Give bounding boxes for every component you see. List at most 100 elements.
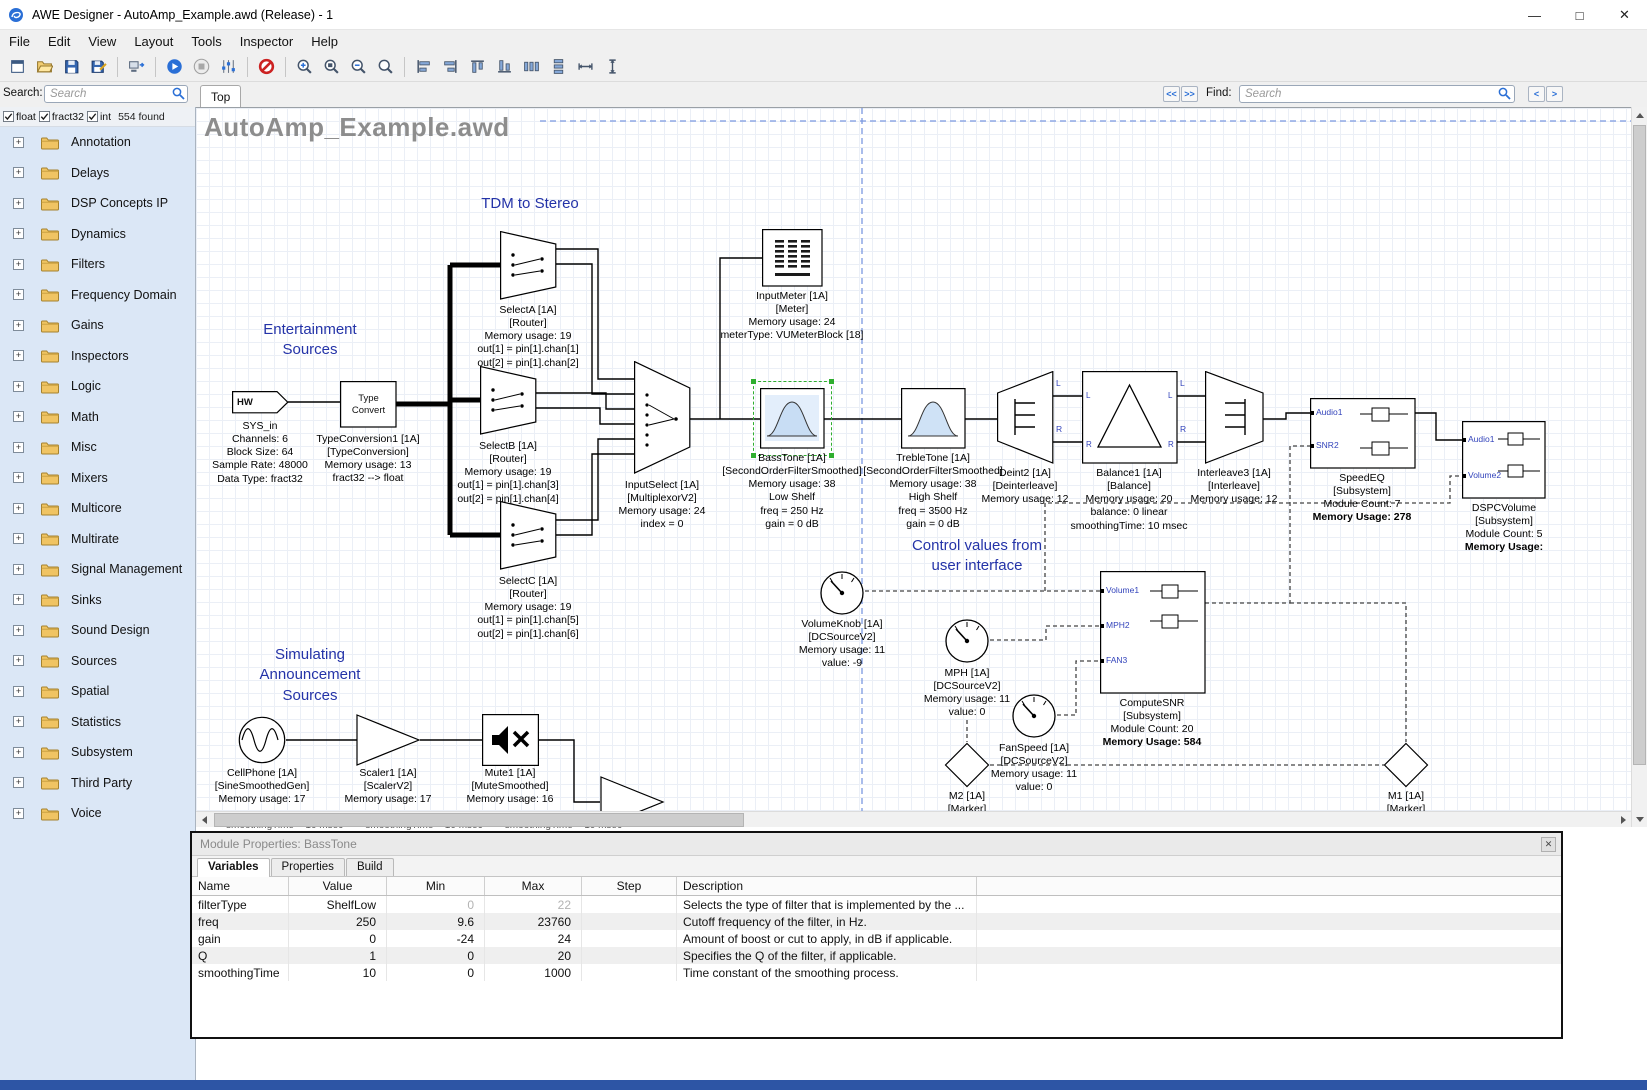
close-button[interactable]: ✕: [1602, 0, 1647, 30]
expand-icon[interactable]: +: [13, 533, 24, 544]
expand-icon[interactable]: +: [13, 747, 24, 758]
sidebar-item-sources[interactable]: +Sources: [0, 646, 195, 677]
sidebar-item-signal-management[interactable]: +Signal Management: [0, 554, 195, 585]
new-window-button[interactable]: [4, 54, 31, 80]
menu-layout[interactable]: Layout: [125, 30, 182, 52]
block-trebletone[interactable]: [901, 388, 966, 449]
block-inputselect[interactable]: [634, 361, 691, 474]
menu-view[interactable]: View: [79, 30, 125, 52]
column-header-description[interactable]: Description: [677, 877, 977, 895]
sidebar-item-mixers[interactable]: +Mixers: [0, 463, 195, 494]
menu-help[interactable]: Help: [302, 30, 347, 52]
sidebar-item-multicore[interactable]: +Multicore: [0, 493, 195, 524]
zoom-region-button[interactable]: [372, 54, 399, 80]
expand-icon[interactable]: +: [13, 716, 24, 727]
sidebar-item-logic[interactable]: +Logic: [0, 371, 195, 402]
block-scaler1[interactable]: [356, 714, 421, 766]
canvas-h-scrollbar[interactable]: [196, 811, 1631, 827]
expand-icon[interactable]: +: [13, 259, 24, 270]
sidebar-item-third-party[interactable]: +Third Party: [0, 768, 195, 799]
canvas-v-scrollbar[interactable]: [1631, 107, 1647, 827]
block-volumeknob[interactable]: [818, 567, 866, 617]
expand-icon[interactable]: +: [13, 594, 24, 605]
find-prev-button[interactable]: <: [1528, 86, 1545, 102]
column-header-step[interactable]: Step: [582, 877, 677, 895]
sidebar-item-annotation[interactable]: +Annotation: [0, 127, 195, 158]
expand-icon[interactable]: +: [13, 625, 24, 636]
expand-icon[interactable]: +: [13, 167, 24, 178]
v-scroll-thumb[interactable]: [1633, 125, 1646, 765]
find-prev-all-button[interactable]: <<: [1163, 86, 1180, 102]
variable-row-Q[interactable]: Q1020Specifies the Q of the filter, if a…: [192, 947, 1561, 964]
stop-button[interactable]: [188, 54, 215, 80]
expand-icon[interactable]: +: [13, 472, 24, 483]
expand-icon[interactable]: +: [13, 777, 24, 788]
filter-fract32[interactable]: fract32: [39, 111, 84, 123]
run-button[interactable]: [161, 54, 188, 80]
module-search-input[interactable]: [44, 85, 188, 103]
zoom-in-button[interactable]: [291, 54, 318, 80]
properties-tab-properties[interactable]: Properties: [271, 858, 345, 876]
match-width-button[interactable]: [572, 54, 599, 80]
scroll-up-button[interactable]: [1632, 107, 1647, 123]
sidebar-item-voice[interactable]: +Voice: [0, 798, 195, 829]
sidebar-item-multirate[interactable]: +Multirate: [0, 524, 195, 555]
expand-icon[interactable]: +: [13, 442, 24, 453]
tune-button[interactable]: [215, 54, 242, 80]
profile-disabled-button[interactable]: [253, 54, 280, 80]
sidebar-item-dsp-concepts-ip[interactable]: +DSP Concepts IP: [0, 188, 195, 219]
distribute-vertical-button[interactable]: [545, 54, 572, 80]
sidebar-item-sound-design[interactable]: +Sound Design: [0, 615, 195, 646]
align-bottom-button[interactable]: [491, 54, 518, 80]
annotation-entertainment-sources[interactable]: Entertainment Sources: [210, 320, 410, 361]
block-sys-in[interactable]: HW: [232, 391, 289, 414]
sidebar-item-sinks[interactable]: +Sinks: [0, 585, 195, 616]
sidebar-item-inspectors[interactable]: +Inspectors: [0, 341, 195, 372]
save-as-button[interactable]: [85, 54, 112, 80]
sidebar-item-gains[interactable]: +Gains: [0, 310, 195, 341]
block-dspcvolume[interactable]: Audio1 Volume2: [1462, 421, 1546, 499]
scroll-left-button[interactable]: [196, 812, 212, 828]
match-height-button[interactable]: [599, 54, 626, 80]
save-button[interactable]: [58, 54, 85, 80]
column-header-max[interactable]: Max: [485, 877, 582, 895]
zoom-out-button[interactable]: [345, 54, 372, 80]
expand-icon[interactable]: +: [13, 655, 24, 666]
variable-row-gain[interactable]: gain0-2424Amount of boost or cut to appl…: [192, 930, 1561, 947]
expand-icon[interactable]: +: [13, 228, 24, 239]
block-speedeq[interactable]: Audio1 SNR2: [1310, 398, 1416, 469]
scroll-right-button[interactable]: [1615, 812, 1631, 828]
find-next-button[interactable]: >: [1546, 86, 1563, 102]
align-right-button[interactable]: [437, 54, 464, 80]
variable-row-freq[interactable]: freq2509.623760Cutoff frequency of the f…: [192, 913, 1561, 930]
menu-edit[interactable]: Edit: [39, 30, 79, 52]
expand-icon[interactable]: +: [13, 411, 24, 422]
zoom-fit-button[interactable]: [318, 54, 345, 80]
filter-float[interactable]: float: [3, 111, 36, 123]
block-interleave3[interactable]: [1205, 371, 1264, 464]
expand-icon[interactable]: +: [13, 137, 24, 148]
close-properties-button[interactable]: ✕: [1541, 837, 1556, 852]
column-header-name[interactable]: Name: [192, 877, 289, 895]
tab-top[interactable]: Top: [200, 85, 241, 107]
open-button[interactable]: [31, 54, 58, 80]
column-header-min[interactable]: Min: [387, 877, 485, 895]
block-typeconversion1[interactable]: Type Convert: [340, 381, 397, 428]
menu-file[interactable]: File: [0, 30, 39, 52]
filter-int[interactable]: int: [87, 111, 111, 123]
variable-row-filterType[interactable]: filterTypeShelfLow022Selects the type of…: [192, 896, 1561, 913]
column-header-value[interactable]: Value: [289, 877, 387, 895]
expand-icon[interactable]: +: [13, 686, 24, 697]
annotation-tdm-to-stereo[interactable]: TDM to Stereo: [430, 194, 630, 214]
expand-icon[interactable]: +: [13, 320, 24, 331]
h-scroll-thumb[interactable]: [214, 813, 744, 827]
menu-tools[interactable]: Tools: [182, 30, 230, 52]
block-selectc[interactable]: [500, 501, 557, 570]
sidebar-item-delays[interactable]: +Delays: [0, 158, 195, 189]
align-top-button[interactable]: [464, 54, 491, 80]
block-deint2[interactable]: [997, 371, 1054, 464]
sidebar-item-spatial[interactable]: +Spatial: [0, 676, 195, 707]
expand-icon[interactable]: +: [13, 503, 24, 514]
expand-icon[interactable]: +: [13, 289, 24, 300]
expand-icon[interactable]: +: [13, 381, 24, 392]
